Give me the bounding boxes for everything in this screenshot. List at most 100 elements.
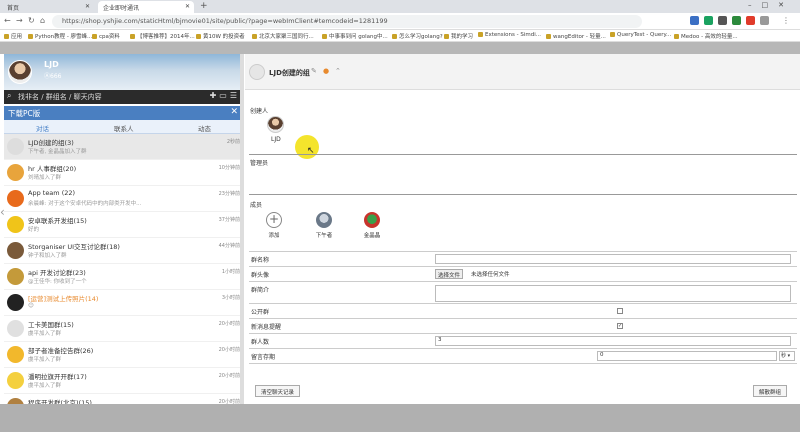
avatar[interactable]: [8, 60, 32, 84]
member-item[interactable]: 下午者: [309, 212, 339, 239]
avatar: [7, 242, 24, 259]
form-row-public: 公开群: [249, 303, 797, 318]
bookmark[interactable]: QueryTest - Query...: [610, 32, 671, 38]
list-item[interactable]: App team (22) 余晨峰: 对于这个安卓代码中的内部类开发中... 23分…: [4, 186, 244, 212]
bookmark[interactable]: Medoo - 高效的轻量...: [674, 32, 738, 40]
bookmark[interactable]: 黄10W 的投资者: [196, 32, 245, 40]
extension-icon[interactable]: [704, 16, 713, 25]
scrollbar[interactable]: [240, 54, 244, 404]
bookmark[interactable]: 应用: [4, 32, 22, 40]
bookmark[interactable]: 北京大家聚三国同行...: [252, 32, 314, 40]
form-row-intro: 群简介: [249, 281, 797, 303]
clear-history-button[interactable]: 清空聊天记录: [255, 385, 301, 397]
extension-icon[interactable]: [746, 16, 755, 25]
new-tab-icon[interactable]: +: [200, 1, 208, 11]
chat-time: 37分钟前: [218, 217, 240, 223]
bookmark[interactable]: wangEditor - 轻量...: [546, 32, 606, 40]
chat-time: 2秒前: [226, 139, 240, 145]
divider: [249, 154, 797, 155]
menu-icon[interactable]: ⋮: [782, 16, 790, 25]
dissolve-group-button[interactable]: 解散群组: [753, 385, 788, 397]
member-name: 下午者: [315, 233, 333, 239]
form-row-avatar: 群头像 选择文件 未选择任何文件: [249, 266, 797, 281]
field-label: 新消息提醒: [251, 324, 282, 331]
list-item[interactable]: 部子者准备控告群(26) 虞平加入了群 20小时前: [4, 342, 244, 368]
field-label: 群简介: [251, 287, 270, 294]
bookmark[interactable]: Python教程 - 廖雪峰...: [28, 32, 92, 40]
chat-last-message: 刘晴加入了群: [28, 175, 62, 181]
chat-last-message: 下午者, 金晶晶加入了群: [28, 149, 87, 155]
bookmark[interactable]: cpa资料: [92, 32, 120, 40]
list-item[interactable]: 安卓联系开发组(15) 好的 37分钟前: [4, 212, 244, 238]
tab-moments[interactable]: 动态: [198, 123, 211, 133]
members-label: 成员: [250, 202, 263, 209]
page-backdrop-top: [0, 42, 800, 54]
remind-checkbox[interactable]: ✓: [617, 323, 623, 329]
retention-unit-select[interactable]: 秒 ▾: [779, 351, 795, 361]
chevron-up-icon[interactable]: ⌃: [335, 67, 341, 75]
url-input[interactable]: https://shop.yshjie.com/staticHtml/bjmov…: [52, 15, 642, 28]
home-icon[interactable]: ⌂: [40, 16, 45, 25]
list-item[interactable]: 程序开发群(北京)(15)虞平加入了群20小时前: [4, 394, 244, 404]
chat-last-message: 钟子和加入了群: [28, 253, 67, 259]
close-icon[interactable]: ✕: [85, 3, 90, 10]
forward-icon[interactable]: →: [16, 16, 23, 25]
edit-icon[interactable]: ✎: [311, 67, 317, 75]
extension-icon[interactable]: [760, 16, 769, 25]
list-item[interactable]: Storganiser UI交互讨论群(18) 钟子和加入了群 44分钟前: [4, 238, 244, 264]
member-count-input[interactable]: 3: [435, 336, 791, 346]
tab-contacts[interactable]: 联系人: [114, 123, 134, 133]
member-avatar: [364, 212, 380, 228]
bookmark[interactable]: 我的学习: [444, 32, 473, 40]
tab-label: 企业即时通讯: [103, 5, 140, 12]
form-row-remind: 新消息提醒 ✓: [249, 318, 797, 333]
bookmarks-bar: 应用 Python教程 - 廖雪峰... cpa资料 【博客推荐】2014年..…: [0, 30, 800, 42]
tab-im[interactable]: 企业即时通讯 ✕: [98, 1, 194, 13]
chat-name: 安卓联系开发组(15): [28, 217, 87, 225]
tab-conversations[interactable]: 对话: [36, 123, 49, 133]
public-checkbox[interactable]: [617, 308, 623, 314]
group-name: LJD创建的组: [269, 69, 310, 77]
close-icon[interactable]: ✕: [185, 3, 190, 10]
back-icon[interactable]: ←: [4, 16, 11, 25]
avatar: [7, 190, 24, 207]
group-name-input[interactable]: [435, 254, 791, 264]
bookmark[interactable]: 中事事到问 golang中...: [322, 32, 388, 40]
avatar: [7, 372, 24, 389]
tab-home[interactable]: 首页 ✕: [2, 1, 94, 13]
list-item[interactable]: 潘明拉旗开开群(17) 虞平加入了群 20小时前: [4, 368, 244, 394]
list-item[interactable]: hr 人事群组(20) 刘晴加入了群 10分钟前: [4, 160, 244, 186]
list-item[interactable]: api 开发讨论群(23) @王佳华: 你收到了一个 1小时前: [4, 264, 244, 290]
chat-name: [运营]测试上传照片(14): [28, 295, 99, 303]
toolbar-icons[interactable]: ✚▭☰: [210, 91, 240, 100]
search-input[interactable]: 找非名 / 群组名 / 聊天内容: [18, 92, 102, 102]
download-label: 下载PC版: [8, 109, 41, 118]
download-banner[interactable]: 下载PC版 ✕: [4, 106, 244, 120]
group-intro-textarea[interactable]: [435, 285, 791, 302]
add-member-button[interactable]: + 添加: [259, 212, 289, 239]
list-item[interactable]: LJD创建的组(3) 下午者, 金晶晶加入了群 2秒前: [4, 134, 244, 160]
bookmark[interactable]: Extensions - Simdi...: [478, 32, 541, 38]
window-controls[interactable]: –□✕: [748, 1, 794, 9]
creator-avatar[interactable]: [267, 116, 284, 133]
extension-icon[interactable]: [718, 16, 727, 25]
list-item[interactable]: [运营]测试上传照片(14) 😊 3小时前: [4, 290, 244, 316]
creator-label: 创建人: [250, 108, 269, 115]
extension-icon[interactable]: [732, 16, 741, 25]
chat-time: 3小时前: [221, 295, 240, 301]
member-item[interactable]: 金晶晶: [357, 212, 387, 239]
avatar: [7, 398, 24, 404]
close-icon[interactable]: ✕: [230, 107, 238, 117]
chat-name: 潘明拉旗开开群(17): [28, 373, 87, 381]
list-item[interactable]: 工卡美国群(15) 虞平加入了群 20小时前: [4, 316, 244, 342]
extension-icon[interactable]: [690, 16, 699, 25]
form-row-retention: 留言存期 0 秒 ▾: [249, 348, 797, 363]
bookmark[interactable]: 【博客推荐】2014年...: [130, 32, 195, 40]
retention-input[interactable]: 0: [597, 351, 777, 361]
chat-name: api 开发讨论群(23): [28, 269, 86, 277]
search-bar[interactable]: ⌕ 找非名 / 群组名 / 聊天内容 ✚▭☰: [4, 90, 244, 104]
avatar: [7, 164, 24, 181]
bookmark[interactable]: 怎么学习golang?: [392, 32, 443, 40]
reload-icon[interactable]: ↻: [28, 16, 35, 25]
choose-file-button[interactable]: 选择文件: [435, 269, 464, 279]
